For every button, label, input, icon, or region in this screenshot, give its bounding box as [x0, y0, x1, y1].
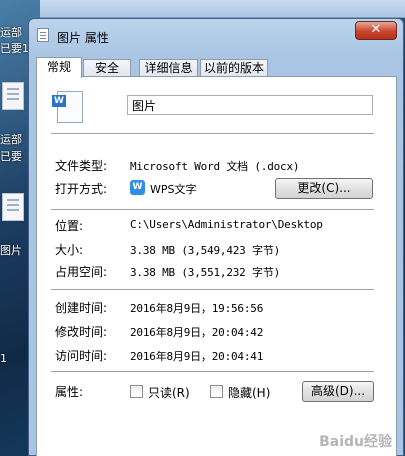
document-icon — [37, 28, 49, 42]
modified-value: 2016年8月9日，20:04:42 — [130, 326, 264, 339]
modified-label: 修改时间: — [55, 325, 108, 339]
open-with-value: WPS文字 — [150, 183, 197, 196]
divider — [51, 209, 374, 210]
desktop-document-icon[interactable] — [2, 193, 24, 221]
hidden-checkbox[interactable] — [210, 385, 223, 398]
tab-general[interactable]: 常规 — [36, 57, 82, 78]
hidden-label[interactable]: 隐藏(H) — [228, 384, 270, 401]
file-name-input[interactable] — [127, 95, 373, 115]
file-type-label: 文件类型: — [55, 159, 108, 173]
divider — [51, 289, 374, 290]
location-value: C:\Users\Administrator\Desktop — [130, 218, 323, 231]
watermark-text: Baidu经验 — [319, 434, 392, 450]
desktop-label-6[interactable]: 1 — [0, 352, 7, 365]
divider — [51, 371, 374, 372]
properties-dialog: 图片 属性 ✕ 常规 安全 详细信息 以前的版本 W 文件类型: Microso… — [28, 18, 404, 456]
desktop-label-5[interactable]: 图片 — [0, 242, 22, 258]
divider — [51, 133, 374, 134]
location-label: 位置: — [55, 219, 84, 233]
tab-previous-versions[interactable]: 以前的版本 — [200, 59, 268, 77]
file-type-value: Microsoft Word 文档 (.docx) — [130, 160, 300, 173]
change-button[interactable]: 更改(C)... — [275, 178, 373, 199]
disk-size-value: 3.38 MB (3,551,232 字节) — [130, 266, 281, 279]
open-with-label: 打开方式: — [55, 182, 108, 196]
advanced-button[interactable]: 高级(D)... — [302, 381, 374, 402]
accessed-label: 访问时间: — [55, 349, 108, 363]
disk-size-label: 占用空间: — [55, 265, 108, 279]
dialog-titlebar[interactable]: 图片 属性 ✕ — [29, 19, 403, 49]
tab-security[interactable]: 安全 — [83, 59, 131, 77]
dialog-title: 图片 属性 — [57, 31, 109, 45]
size-value: 3.38 MB (3,549,423 字节) — [130, 244, 281, 257]
size-label: 大小: — [55, 243, 84, 257]
readonly-checkbox[interactable] — [130, 385, 143, 398]
desktop-label-1[interactable]: 运部 — [0, 24, 22, 40]
attributes-label: 属性: — [55, 385, 84, 399]
word-file-icon: W — [52, 91, 83, 123]
created-label: 创建时间: — [55, 301, 108, 315]
word-logo-icon: W — [52, 95, 66, 107]
desktop-label-4[interactable]: 已要 — [0, 148, 22, 164]
background-window-titlebar — [40, 0, 405, 18]
close-button[interactable]: ✕ — [355, 21, 397, 40]
desktop-label-3[interactable]: 运部 — [0, 131, 22, 147]
created-value: 2016年8月9日，19:56:56 — [130, 302, 264, 315]
tab-details[interactable]: 详细信息 — [139, 59, 198, 77]
desktop-document-icon[interactable] — [2, 82, 24, 110]
close-icon: ✕ — [370, 22, 382, 37]
desktop-label-2[interactable]: 已要1 — [0, 40, 29, 56]
general-tab-panel: W 文件类型: Microsoft Word 文档 (.docx) 打开方式: … — [36, 76, 397, 456]
wps-app-icon: W — [130, 180, 145, 195]
readonly-label[interactable]: 只读(R) — [148, 384, 190, 401]
accessed-value: 2016年8月9日，20:04:41 — [130, 350, 264, 363]
